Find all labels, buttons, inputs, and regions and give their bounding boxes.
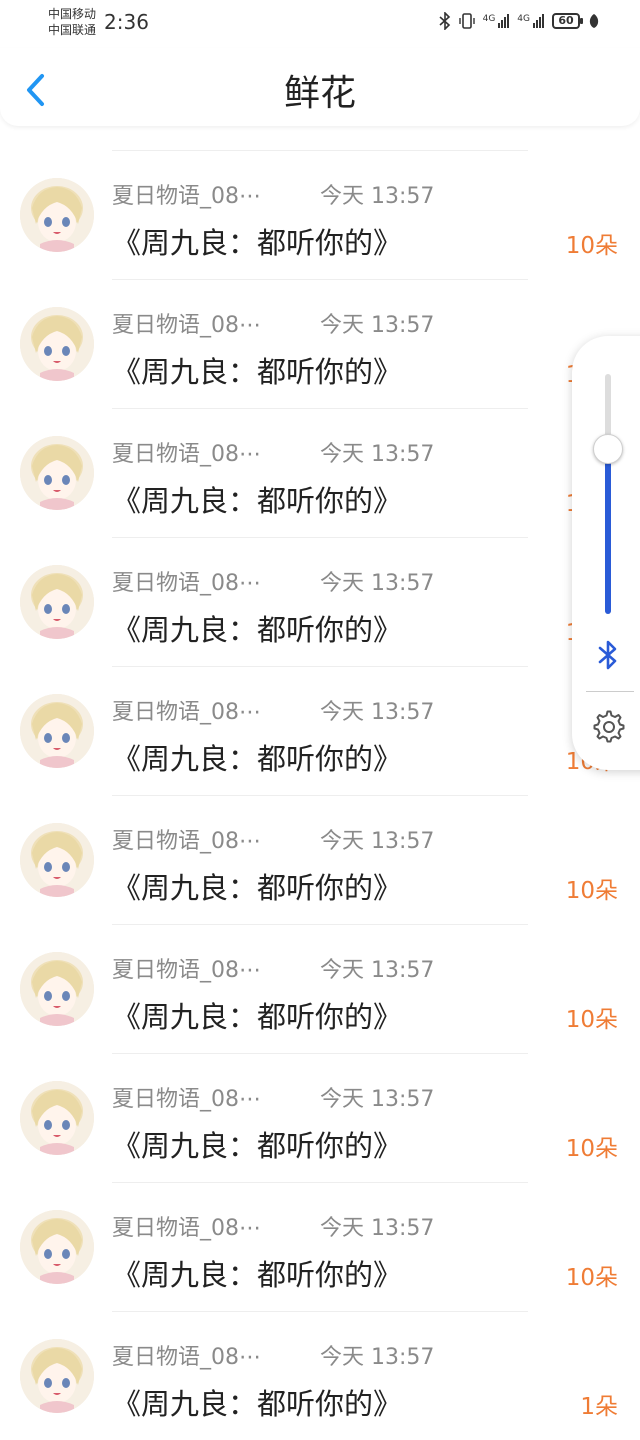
- timestamp: 今天 13:57: [320, 700, 435, 725]
- list-item[interactable]: 夏日物语_08⋯ 今天 13:57 《周九良：都听你的》 10朵: [0, 666, 640, 795]
- timestamp: 今天 13:57: [320, 313, 435, 338]
- page-title: 鲜花: [283, 73, 356, 114]
- volume-slider[interactable]: [593, 374, 623, 614]
- bluetooth-icon[interactable]: [594, 638, 622, 672]
- flower-count: 10朵: [565, 1007, 618, 1033]
- timestamp: 今天 13:57: [320, 829, 435, 854]
- sender-name: 夏日物语_08⋯: [112, 313, 261, 338]
- item-description: 《周九良：都听你的》: [112, 613, 403, 647]
- carrier-2: 中国联通: [48, 23, 97, 37]
- timestamp: 今天 13:57: [320, 1345, 435, 1370]
- item-description: 《周九良：都听你的》: [112, 1387, 403, 1421]
- sender-name: 夏日物语_08⋯: [112, 700, 261, 725]
- timestamp: 今天 13:57: [320, 571, 435, 596]
- avatar[interactable]: [20, 952, 94, 1026]
- volume-fill: [605, 448, 611, 614]
- avatar[interactable]: [20, 694, 94, 768]
- list-item[interactable]: 夏日物语_08⋯ 今天 13:57 《周九良：都听你的》 10朵: [0, 795, 640, 924]
- signal-strength-1-icon: 4G: [483, 14, 510, 28]
- leaf-icon: [589, 14, 599, 28]
- avatar[interactable]: [20, 1081, 94, 1155]
- list-item[interactable]: 夏日物语_08⋯ 今天 13:57 《周九良：都听你的》 10朵: [0, 150, 640, 279]
- sender-name: 夏日物语_08⋯: [112, 1216, 261, 1241]
- sender-name: 夏日物语_08⋯: [112, 1345, 261, 1370]
- flower-count: 10朵: [565, 878, 618, 904]
- item-description: 《周九良：都听你的》: [112, 742, 403, 776]
- list-item[interactable]: 夏日物语_08⋯ 今天 13:57 《周九良：都听你的》 10朵: [0, 279, 640, 408]
- app-header: 鲜花: [0, 48, 640, 126]
- item-description: 《周九良：都听你的》: [112, 1258, 403, 1292]
- list-item[interactable]: 夏日物语_08⋯ 今天 13:57 《周九良：都听你的》 10朵: [0, 537, 640, 666]
- sender-name: 夏日物语_08⋯: [112, 958, 261, 983]
- signal-strength-2-icon: 4G: [517, 14, 544, 28]
- volume-slider-thumb[interactable]: [593, 434, 623, 465]
- timestamp: 今天 13:57: [320, 184, 435, 209]
- status-time: 2:36: [104, 10, 149, 34]
- avatar[interactable]: [20, 307, 94, 381]
- item-description: 《周九良：都听你的》: [112, 226, 403, 260]
- timestamp: 今天 13:57: [320, 958, 435, 983]
- timestamp: 今天 13:57: [320, 442, 435, 467]
- list-item[interactable]: 夏日物语_08⋯ 今天 13:57 《周九良：都听你的》 10朵: [0, 408, 640, 537]
- list-item[interactable]: 夏日物语_08⋯ 今天 13:57 《周九良：都听你的》 10朵: [0, 1182, 640, 1311]
- volume-panel: [572, 336, 640, 770]
- carrier-1: 中国移动: [48, 7, 97, 21]
- avatar[interactable]: [20, 823, 94, 897]
- sender-name: 夏日物语_08⋯: [112, 829, 261, 854]
- panel-divider: [586, 691, 634, 692]
- vibrate-icon: [458, 13, 475, 29]
- flower-count: 10朵: [565, 1265, 618, 1291]
- item-description: 《周九良：都听你的》: [112, 355, 403, 389]
- system-icons: 4G 4G 60: [439, 10, 600, 32]
- gear-icon[interactable]: [592, 710, 626, 744]
- item-description: 《周九良：都听你的》: [112, 1129, 403, 1163]
- avatar[interactable]: [20, 1339, 94, 1413]
- flower-count: 10朵: [565, 233, 618, 259]
- flower-count: 1朵: [580, 1394, 618, 1420]
- net-type-2: 4G: [517, 14, 530, 24]
- sender-name: 夏日物语_08⋯: [112, 1087, 261, 1112]
- avatar[interactable]: [20, 178, 94, 252]
- item-description: 《周九良：都听你的》: [112, 871, 403, 905]
- item-description: 《周九良：都听你的》: [112, 1000, 403, 1034]
- sender-name: 夏日物语_08⋯: [112, 442, 261, 467]
- avatar[interactable]: [20, 436, 94, 510]
- list-item[interactable]: 夏日物语_08⋯ 今天 13:57 《周九良：都听你的》 10朵: [0, 924, 640, 1053]
- timestamp: 今天 13:57: [320, 1087, 435, 1112]
- flower-list: 夏日物语_08⋯ 今天 13:57 《周九良：都听你的》 10朵 夏日物语_08…: [0, 150, 640, 1440]
- avatar[interactable]: [20, 1210, 94, 1284]
- list-item[interactable]: 夏日物语_08⋯ 今天 13:57 《周九良：都听你的》 10朵: [0, 1053, 640, 1182]
- sender-name: 夏日物语_08⋯: [112, 571, 261, 596]
- avatar[interactable]: [20, 565, 94, 639]
- battery-icon: 60: [552, 13, 583, 29]
- net-type-1: 4G: [482, 14, 496, 24]
- bluetooth-status-icon: [439, 12, 450, 30]
- timestamp: 今天 13:57: [320, 1216, 435, 1241]
- carrier-labels: 中国移动 中国联通: [48, 6, 96, 38]
- sender-name: 夏日物语_08⋯: [112, 184, 261, 209]
- item-description: 《周九良：都听你的》: [112, 484, 403, 518]
- status-bar: 中国移动 中国联通 2:36 4G 4G 60: [0, 0, 640, 48]
- list-item[interactable]: 夏日物语_08⋯ 今天 13:57 《周九良：都听你的》 1朵: [0, 1311, 640, 1440]
- flower-count: 10朵: [565, 1136, 618, 1162]
